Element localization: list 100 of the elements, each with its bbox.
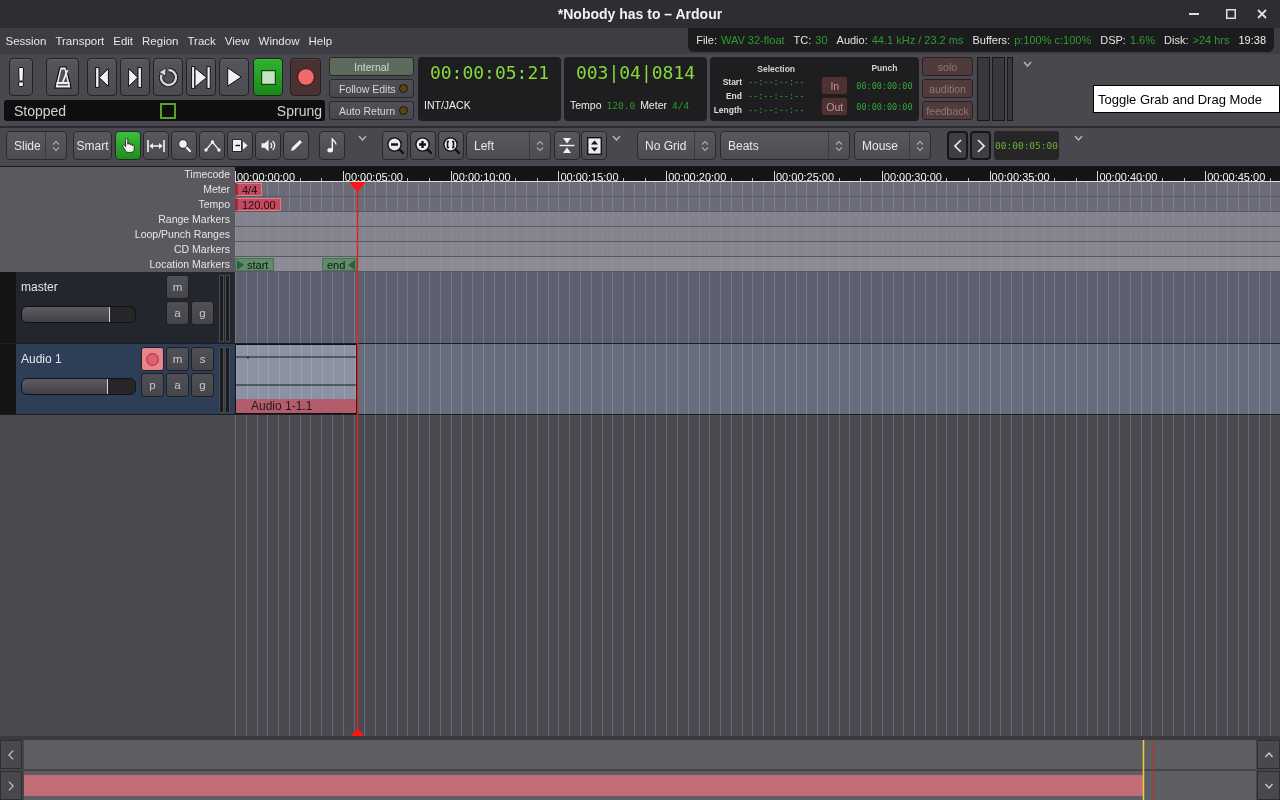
close-icon[interactable] (1257, 9, 1267, 19)
menu-item[interactable]: Help (304, 32, 336, 50)
edit-mode-dropdown[interactable]: Slide (6, 131, 67, 160)
alert-button[interactable]: ! (9, 58, 33, 96)
play-button[interactable] (219, 58, 249, 96)
updown-arrows-icon (835, 139, 843, 152)
zoom-fit-button[interactable] (438, 131, 464, 160)
automation-button[interactable]: a (166, 301, 189, 325)
clock-time[interactable]: 00:00:05:21 (429, 62, 550, 83)
track-lane[interactable]: Audio 1-1.1 (235, 344, 1280, 414)
punch-button[interactable]: Out (821, 97, 849, 116)
transport-mode[interactable]: Sprung (276, 102, 322, 119)
punch-value[interactable]: 00:00:00:00 (856, 101, 913, 112)
zoom-focus-dropdown[interactable]: Left (466, 131, 551, 160)
punch-value[interactable]: 00:00:00:00 (856, 80, 913, 91)
location-marker-ruler[interactable]: start end (235, 257, 1280, 272)
track-name[interactable]: master (21, 280, 58, 294)
nudge-forward-button[interactable] (970, 131, 991, 160)
selection-value[interactable]: --:--:--:-- (748, 105, 805, 115)
playlist-button[interactable]: p (141, 373, 164, 397)
chevron-down-icon[interactable] (1023, 61, 1032, 67)
group-button[interactable]: g (191, 373, 214, 397)
scroll-up-button[interactable] (1257, 740, 1280, 769)
sync-button[interactable]: Internal (329, 57, 414, 76)
menu-item[interactable]: Track (184, 32, 220, 50)
range-marker-ruler[interactable] (235, 212, 1280, 227)
toggle-button[interactable]: Follow Edits (329, 79, 414, 98)
session-summary[interactable] (24, 740, 1256, 800)
grid-unit-dropdown[interactable]: Beats (720, 131, 850, 160)
track-mute-button[interactable]: m (166, 347, 189, 371)
shrink-tracks-button[interactable] (554, 131, 580, 160)
zoom-out-button[interactable] (382, 131, 408, 160)
expand-tracks-button[interactable] (581, 131, 607, 160)
group-button[interactable]: g (191, 301, 214, 325)
play-icon (226, 67, 242, 87)
timecode-ruler[interactable]: 00:00:00:00 00:00:05:00 00:00:10:00 00:00:15:00 00:00:20:00 00:00:25:00 00:00:30:00 00:00:35:00 00:00:40:00 00:00:45:00 (235, 167, 1280, 182)
track-name[interactable]: Audio 1 (21, 352, 62, 366)
end-marker[interactable]: end (322, 258, 357, 271)
track-header[interactable]: Audio 1 m s p a g (0, 344, 235, 414)
start-marker[interactable]: start (235, 258, 274, 271)
skip-forward-button[interactable] (120, 58, 150, 96)
chevron-down-icon[interactable] (612, 135, 621, 141)
skip-back-button[interactable] (87, 58, 117, 96)
chevron-down-icon[interactable] (358, 135, 367, 141)
zoom-in-button[interactable] (410, 131, 436, 160)
gain-fader[interactable] (21, 378, 136, 395)
grid-type-dropdown[interactable]: No Grid (637, 131, 716, 160)
status-label: File: (696, 34, 717, 46)
maximize-icon[interactable] (1226, 9, 1236, 19)
loop-button[interactable] (153, 58, 183, 96)
audition-tool-button[interactable] (255, 131, 281, 160)
content-tool-button[interactable] (199, 131, 225, 160)
smart-mode-button[interactable]: Smart (73, 131, 112, 160)
metronome-icon (53, 65, 72, 89)
magnifier-icon (177, 139, 191, 152)
record-button[interactable] (290, 58, 321, 96)
clock-time[interactable]: 003|04|0814 (575, 62, 696, 83)
track-solo-button[interactable]: s (191, 347, 214, 371)
tempo-ruler[interactable]: 120.00 (235, 197, 1280, 212)
nudge-back-button[interactable] (947, 131, 968, 160)
draw-tool-button[interactable] (283, 131, 309, 160)
tempo-marker[interactable]: 120.00 (235, 198, 281, 211)
menu-item[interactable]: Transport (51, 32, 108, 50)
scroll-right-button[interactable] (0, 771, 22, 800)
scroll-down-button[interactable] (1257, 771, 1280, 800)
meter-ruler[interactable]: 4/4 (235, 182, 1280, 197)
cd-marker-ruler[interactable] (235, 242, 1280, 257)
menu-item[interactable]: View (221, 32, 254, 50)
gain-fader[interactable] (21, 306, 136, 323)
menu-item[interactable]: Session (2, 32, 50, 50)
chevron-down-icon[interactable] (1074, 135, 1083, 141)
selection-value[interactable]: --:--:--:-- (748, 77, 805, 87)
region-name[interactable]: Audio 1-1.1 (236, 399, 356, 413)
playhead[interactable] (349, 182, 366, 736)
punch-title: Punch (871, 63, 898, 73)
meter-marker[interactable]: 4/4 (235, 183, 263, 196)
stop-button[interactable] (253, 58, 283, 96)
edit-point-dropdown[interactable]: Mouse (854, 131, 931, 160)
metronome-button[interactable] (46, 58, 79, 96)
nudge-clock[interactable]: 00:00:05:00 (994, 131, 1059, 160)
audio-region[interactable]: Audio 1-1.1 (235, 344, 357, 414)
note-button[interactable] (319, 131, 345, 160)
stretch-tool-button[interactable] (227, 131, 253, 160)
scroll-left-button[interactable] (0, 740, 22, 769)
selection-value[interactable]: --:--:--:-- (748, 91, 805, 101)
status-label: Disk: (1164, 34, 1189, 46)
zoom-tool-button[interactable] (171, 131, 197, 160)
play-range-button[interactable] (186, 58, 216, 96)
tempo-value: 120.0 (606, 100, 636, 111)
automation-button[interactable]: a (166, 373, 189, 397)
track-mute-button[interactable]: m (166, 275, 189, 299)
toggle-button[interactable]: Auto Return (329, 101, 414, 120)
record-arm-button[interactable] (141, 347, 164, 371)
grab-tool-button[interactable] (115, 131, 141, 160)
range-tool-button[interactable] (143, 131, 169, 160)
punch-button[interactable]: In (821, 76, 849, 95)
menu-item[interactable]: Edit (109, 32, 137, 50)
menu-item[interactable]: Window (255, 32, 303, 50)
track-header[interactable]: master m a g (0, 272, 235, 343)
menu-item[interactable]: Region (138, 32, 182, 50)
